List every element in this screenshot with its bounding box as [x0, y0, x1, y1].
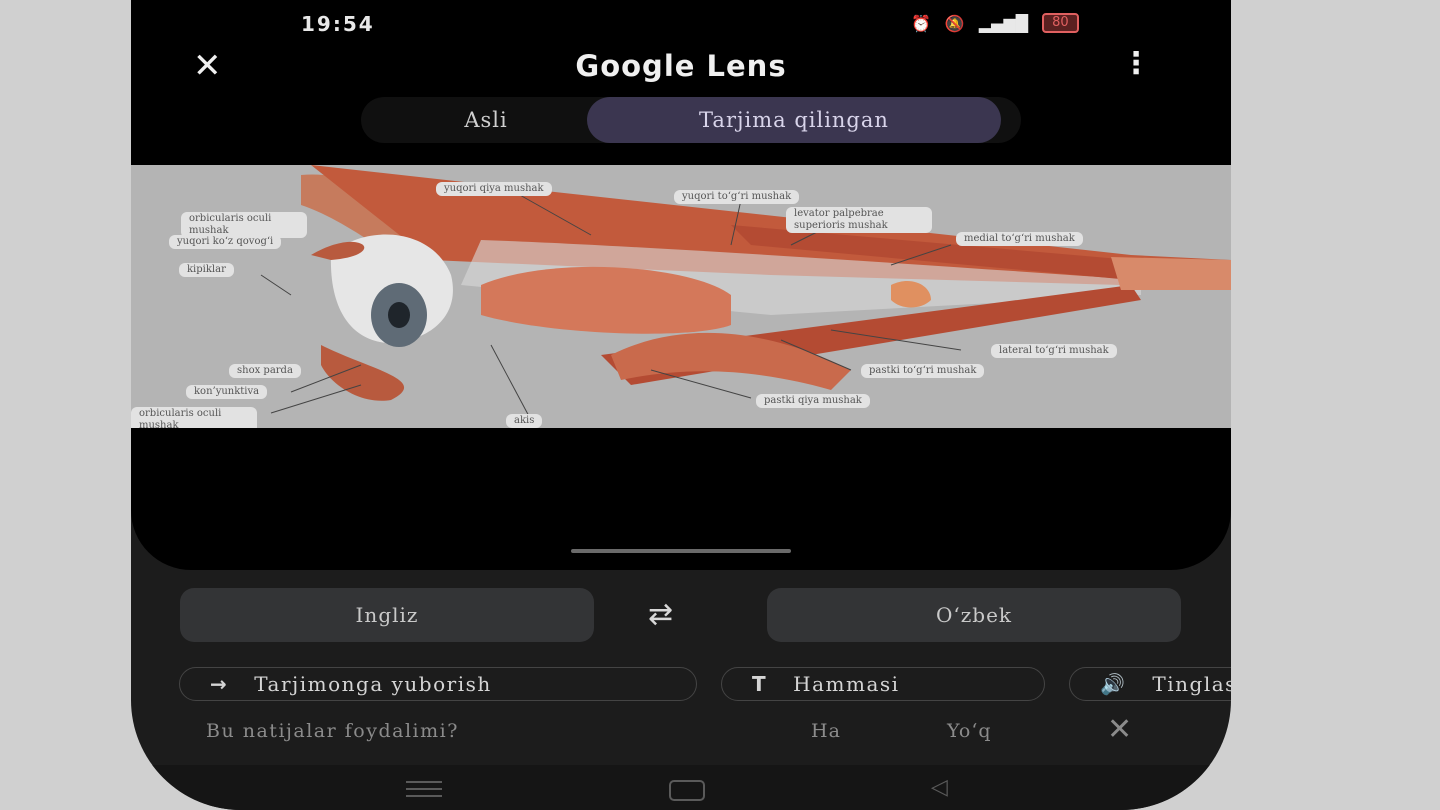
status-icons: ⏰ 🔕 ▂▄▆█ 80 [911, 13, 1079, 33]
diagram-label: shox parda [229, 364, 301, 378]
eye-anatomy-illustration [260, 165, 1231, 421]
battery-icon: 80 [1042, 13, 1079, 33]
system-nav-bar: ◁ [131, 765, 1231, 810]
diagram-label: pastki qiya mushak [756, 394, 870, 408]
status-time: 19:54 [301, 12, 375, 36]
text-icon: T [752, 672, 768, 696]
feedback-yes-button[interactable]: Ha [811, 720, 841, 742]
phone-screen: 19:54 ⏰ 🔕 ▂▄▆█ 80 ✕ Google Lens ⋮ Asli T… [131, 0, 1231, 810]
select-all-text-chip[interactable]: T Hammasi [721, 667, 1045, 701]
diagram-label: pastki to‘g‘ri mushak [861, 364, 985, 378]
app-bar: ✕ Google Lens ⋮ [131, 45, 1231, 89]
diagram-label: kon’yunktiva [186, 385, 268, 399]
home-icon[interactable] [669, 780, 705, 801]
speaker-icon: 🔊 [1100, 672, 1127, 696]
listen-chip[interactable]: 🔊 Tinglash [1069, 667, 1231, 701]
status-bar: 19:54 ⏰ 🔕 ▂▄▆█ 80 [131, 10, 1231, 40]
back-icon[interactable]: ◁ [931, 775, 948, 800]
diagram-label: orbicularis oculi mushak [131, 407, 257, 428]
mute-bell-icon: 🔕 [944, 13, 965, 33]
tab-original[interactable]: Asli [391, 97, 581, 143]
more-options-icon[interactable]: ⋮ [1121, 49, 1151, 79]
diagram-label: levator palpebrae superioris mushak [786, 207, 932, 233]
chip-label: Hammasi [793, 672, 900, 696]
recent-apps-icon[interactable] [406, 781, 442, 802]
feedback-question: Bu natijalar foydalimi? [206, 720, 459, 742]
send-to-translate-chip[interactable]: → Tarjimonga yuborish [179, 667, 697, 701]
app-title: Google Lens [575, 49, 787, 83]
sheet-drag-handle[interactable] [571, 549, 791, 553]
dismiss-feedback-icon[interactable]: ✕ [1107, 715, 1132, 745]
diagram-label: kipiklar [179, 263, 234, 277]
source-language-button[interactable]: Ingliz [180, 588, 594, 642]
target-language-button[interactable]: O‘zbek [767, 588, 1181, 642]
alarm-icon: ⏰ [911, 13, 931, 33]
diagram-label: lateral to‘g‘ri mushak [991, 344, 1117, 358]
chip-label: Tinglash [1152, 672, 1231, 696]
chip-label: Tarjimonga yuborish [254, 672, 492, 696]
diagram-label: yuqori to‘g‘ri mushak [674, 190, 800, 204]
diagram-label: yuqori ko‘z qovog‘i [169, 235, 282, 249]
swap-languages-icon[interactable]: ⇄ [648, 598, 673, 632]
signal-icon: ▂▄▆█ [978, 13, 1029, 33]
camera-result-area: 19:54 ⏰ 🔕 ▂▄▆█ 80 ✕ Google Lens ⋮ Asli T… [131, 0, 1231, 570]
feedback-no-button[interactable]: Yo‘q [947, 720, 992, 742]
tab-translated[interactable]: Tarjima qilingan [587, 97, 1001, 143]
arrow-right-icon: → [210, 672, 229, 696]
view-toggle: Asli Tarjima qilingan [361, 97, 1021, 143]
diagram-label: medial to‘g‘ri mushak [956, 232, 1083, 246]
diagram-label: yuqori qiya mushak [436, 182, 552, 196]
translated-image[interactable]: yuqori qiya mushak yuqori to‘g‘ri mushak… [131, 165, 1231, 428]
diagram-label: akis [506, 414, 543, 428]
